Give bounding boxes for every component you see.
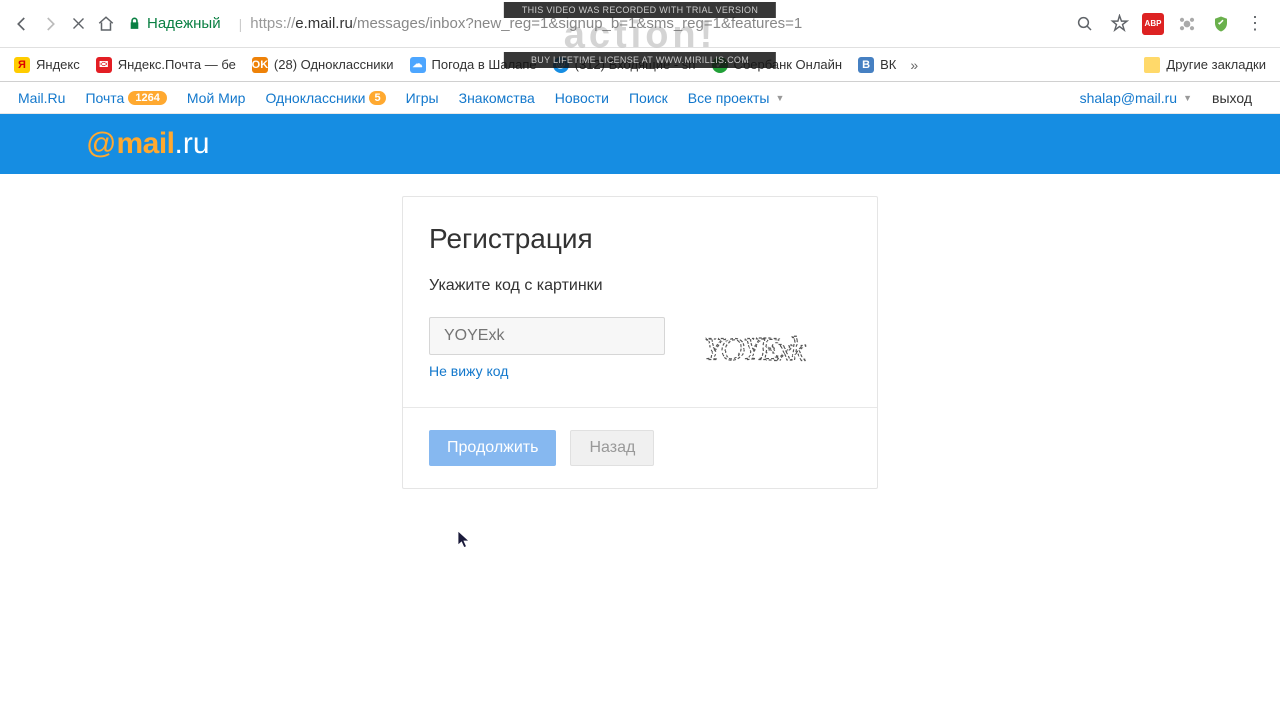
home-button[interactable] (92, 10, 120, 38)
bookmark-other[interactable]: Другие закладки (1138, 53, 1272, 77)
lock-icon (128, 16, 141, 31)
shield-icon[interactable] (1210, 13, 1232, 35)
bookmark-yandex-mail[interactable]: ✉Яндекс.Почта — бе (90, 53, 242, 77)
portal-ok[interactable]: Одноклассники5 (255, 90, 395, 106)
portal-news[interactable]: Новости (545, 90, 619, 106)
abp-icon[interactable]: ABP (1142, 13, 1164, 35)
yandex-icon: Я (14, 57, 30, 73)
trial-ghost-text: action! (504, 16, 776, 54)
content-area: Регистрация Укажите код с картинки Не ви… (0, 174, 1280, 489)
portal-dating[interactable]: Знакомства (449, 90, 545, 106)
continue-button[interactable]: Продолжить (429, 430, 556, 466)
registration-subtitle: Укажите код с картинки (429, 277, 851, 295)
back-button[interactable] (8, 10, 36, 38)
bookmarks-overflow[interactable]: » (906, 57, 922, 73)
ok-count-badge: 5 (369, 91, 385, 105)
ok-icon: OK (252, 57, 268, 73)
yandex-mail-icon: ✉ (96, 57, 112, 73)
portal-all-projects[interactable]: Все проекты▼ (678, 90, 795, 106)
portal-mymir[interactable]: Мой Мир (177, 90, 256, 106)
bookmark-vk[interactable]: BВК (852, 53, 902, 77)
trial-overlay: THIS VIDEO WAS RECORDED WITH TRIAL VERSI… (504, 2, 776, 68)
star-icon[interactable] (1108, 13, 1130, 35)
caret-down-icon: ▼ (775, 93, 784, 103)
back-button[interactable]: Назад (570, 430, 654, 466)
bookmark-yandex[interactable]: ЯЯндекс (8, 53, 86, 77)
svg-text:YOYExk: YOYExk (703, 330, 805, 367)
toolbar-right: ABP ⋮ (1068, 13, 1272, 35)
captcha-image: YOYExk (695, 317, 851, 377)
zoom-icon[interactable] (1074, 13, 1096, 35)
bookmark-ok[interactable]: OK(28) Одноклассники (246, 53, 400, 77)
mailru-header: @mail.ru (0, 114, 1280, 174)
mailru-logo[interactable]: @mail.ru (86, 127, 210, 161)
forward-button[interactable] (36, 10, 64, 38)
folder-icon (1144, 57, 1160, 73)
logout-link[interactable]: выход (1202, 90, 1262, 106)
weather-icon: ☁ (410, 57, 426, 73)
menu-icon[interactable]: ⋮ (1244, 13, 1266, 35)
trial-line-2: BUY LIFETIME LICENSE AT WWW.MIRILLIS.COM (504, 52, 776, 68)
caret-down-icon: ▼ (1183, 93, 1192, 103)
portal-games[interactable]: Игры (396, 90, 449, 106)
secure-label: Надежный (147, 15, 221, 32)
stop-button[interactable] (64, 10, 92, 38)
cant-see-code-link[interactable]: Не вижу код (429, 363, 508, 379)
portal-pochta[interactable]: Почта1264 (75, 90, 176, 106)
portal-search[interactable]: Поиск (619, 90, 678, 106)
registration-title: Регистрация (429, 223, 851, 255)
extension-icon[interactable] (1176, 13, 1198, 35)
portal-mail[interactable]: Mail.Ru (18, 90, 75, 106)
secure-indicator: Надежный (128, 15, 221, 32)
portal-bar: Mail.Ru Почта1264 Мой Мир Одноклассники5… (0, 82, 1280, 114)
user-email[interactable]: shalap@mail.ru▼ (1070, 90, 1202, 106)
captcha-input[interactable] (429, 317, 665, 355)
vk-icon: B (858, 57, 874, 73)
registration-box: Регистрация Укажите код с картинки Не ви… (402, 196, 878, 489)
cursor-icon (457, 530, 473, 550)
mail-count-badge: 1264 (128, 91, 166, 105)
